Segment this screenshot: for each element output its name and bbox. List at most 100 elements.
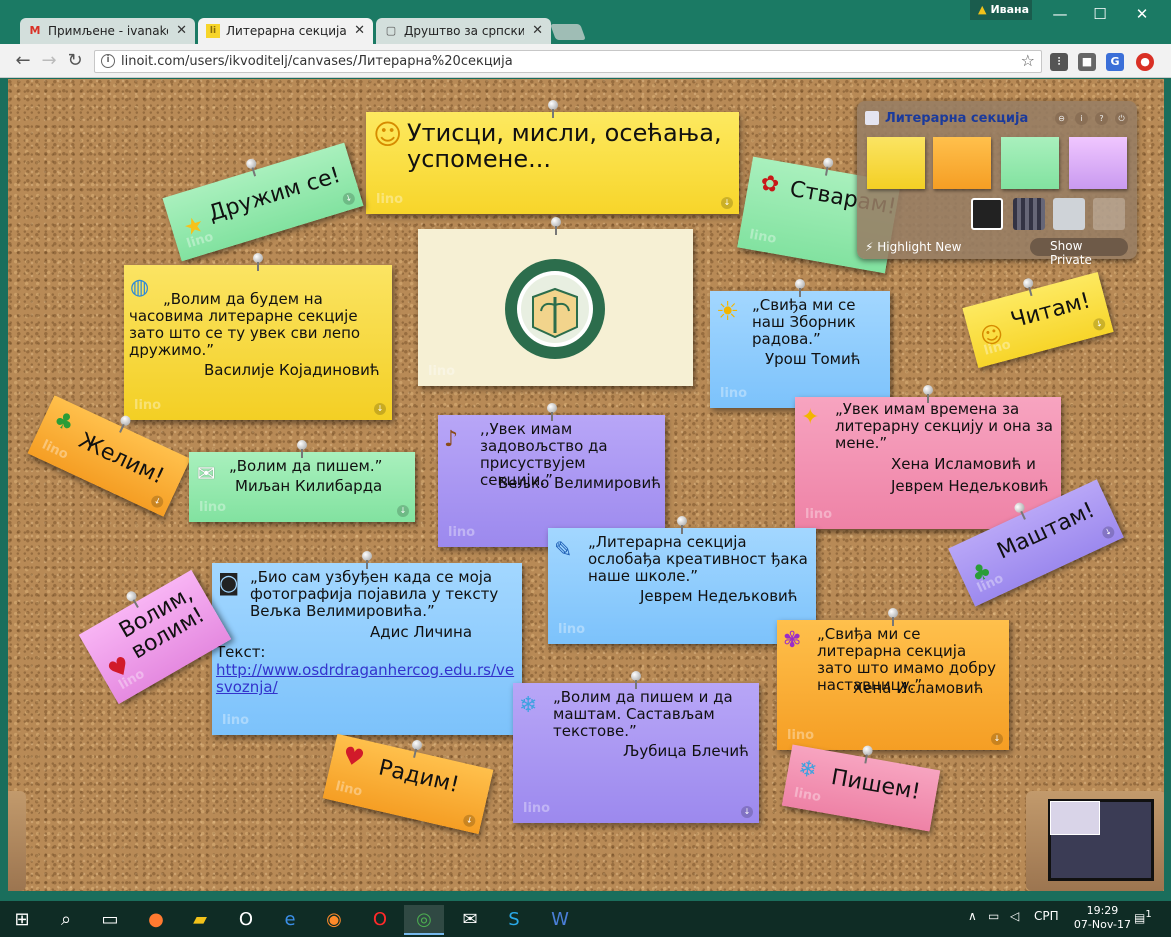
help-icon[interactable]: ? (1095, 112, 1108, 125)
edge-icon[interactable]: e (270, 905, 310, 935)
note-jevrem[interactable]: ✎ „Литерарна секција ослобађа креативнос… (548, 516, 816, 644)
note-arrow-icon[interactable]: ↓ (991, 733, 1003, 745)
sticky-purple-button[interactable] (1069, 137, 1127, 189)
note-urosh[interactable]: ☀ „Свиђа ми се наш Зборник радова.” Урош… (710, 279, 890, 408)
minimap-thumbnail (1050, 801, 1100, 835)
system-clock[interactable]: 19:29 07-Nov-17 (1074, 904, 1131, 932)
firefox-icon[interactable]: ◉ (314, 905, 354, 935)
translate-icon[interactable]: G (1106, 53, 1124, 71)
note-arrow-icon[interactable]: ↓ (1100, 524, 1117, 541)
sticky-green-button[interactable] (1001, 137, 1059, 189)
notifications-icon[interactable]: ▤1 (1134, 909, 1152, 925)
label-citam[interactable]: ☺ Читам! lino ↓ (962, 271, 1114, 369)
adblock-icon[interactable]: ● (1136, 53, 1154, 71)
highlight-new-button[interactable]: ⚡ Highlight New (865, 240, 961, 254)
info-icon[interactable]: i (1075, 112, 1088, 125)
school-logo-icon (505, 259, 605, 359)
language-indicator[interactable]: СРП (1034, 909, 1059, 923)
note-ljubica[interactable]: ❄ „Волим да пишем и да маштам. Састављам… (513, 671, 759, 823)
note-arrow-icon[interactable]: ↓ (374, 403, 386, 415)
word-icon[interactable]: W (540, 905, 580, 935)
note-arrow-icon[interactable]: ↓ (341, 191, 357, 207)
power-icon[interactable]: ⏻ (1115, 112, 1128, 125)
sticky-orange-button[interactable] (933, 137, 991, 189)
label-volim[interactable]: ♥ Волим, волим! lino (78, 569, 232, 705)
label-text: Радим! (376, 755, 462, 799)
gmail-icon: M (29, 24, 41, 37)
tab-linoit[interactable]: li Литерарна секција - lino ✕ (198, 18, 373, 46)
profile-button[interactable]: ▲ Ивана (970, 0, 1032, 20)
info-icon[interactable]: i (101, 54, 115, 68)
file-explorer-icon[interactable]: ▰ (180, 905, 220, 935)
pin-icon (819, 157, 836, 179)
note-arrow-icon[interactable]: ↓ (1091, 316, 1107, 332)
tab-close-icon[interactable]: ✕ (176, 23, 187, 38)
note-arrow-icon[interactable]: ↓ (149, 493, 166, 510)
notification-count: 1 (1145, 909, 1152, 920)
attachment-icon[interactable] (1053, 198, 1085, 230)
tab-close-icon[interactable]: ✕ (532, 23, 543, 38)
app-orange-icon[interactable]: ● (136, 905, 176, 935)
note-arrow-icon[interactable]: ↓ (397, 505, 409, 517)
label-pisem[interactable]: ❄ Пишем! lino (781, 744, 941, 832)
school-logo-note[interactable]: lino (418, 217, 693, 386)
close-window-button[interactable]: ✕ (1122, 2, 1162, 26)
search-icon[interactable]: ⌕ (46, 905, 86, 935)
address-bar[interactable]: i linoit.com/users/ikvoditelj/canvases/Л… (94, 50, 1042, 73)
url-text: linoit.com/users/ikvoditelj/canvases/Лит… (121, 54, 513, 69)
minimap[interactable] (1026, 791, 1164, 891)
note-arrow-icon[interactable]: ↓ (721, 197, 733, 209)
note-author: Јеврем Недељковић (640, 587, 798, 605)
minimize-button[interactable]: — (1040, 2, 1080, 26)
left-scroll-handle[interactable] (8, 791, 26, 891)
windows-taskbar: ⊞ ⌕ ▭ ● ▰ O e ◉ O ◎ ✉ S W ∧ ▭ ◁ СРП 19:2… (0, 901, 1171, 937)
network-icon[interactable]: ▭ (988, 909, 999, 923)
photo-icon[interactable] (971, 198, 1003, 230)
note-adis[interactable]: ◙ „Био сам узбуђен када се моја фотограф… (212, 551, 522, 735)
volume-icon[interactable]: ◁ (1010, 909, 1019, 923)
label-druzim[interactable]: ★ Дружим се! lino ↓ (162, 142, 364, 262)
extension-square-icon[interactable]: ■ (1078, 53, 1096, 71)
article-link[interactable]: http://www.osdrdraganhercog.edu.rs/vesvo… (216, 662, 520, 696)
opera-red-icon[interactable]: O (360, 905, 400, 935)
note-hena[interactable]: ✾ „Свиђа ми се литерарна секција зато шт… (777, 608, 1009, 750)
chrome-icon[interactable]: ◎ (404, 905, 444, 935)
mail-icon[interactable]: ✉ (450, 905, 490, 935)
pin-icon (113, 413, 134, 437)
task-view-icon[interactable]: ▭ (90, 905, 130, 935)
forward-arrow-icon[interactable]: → (38, 50, 60, 72)
opera-icon[interactable]: O (226, 905, 266, 935)
skype-icon[interactable]: S (494, 905, 534, 935)
extension-equalizer-icon[interactable]: ⫶ (1050, 53, 1068, 71)
tab-gmail[interactable]: M Примљене - ivanakovac ✕ (20, 18, 195, 45)
transparent-sticky-icon[interactable] (1093, 198, 1125, 230)
lino-watermark: lino (523, 801, 551, 816)
note-vasilije[interactable]: ◍ „Волим да будем на часовима литерарне … (124, 253, 392, 420)
note-arrow-icon[interactable]: ↓ (741, 806, 753, 818)
bookmark-star-icon[interactable]: ☆ (1021, 51, 1035, 70)
note-arrow-icon[interactable]: ↓ (462, 813, 477, 828)
note-miljan[interactable]: ✉ „Волим да пишем.” Миљан Килибарда lino… (189, 440, 415, 522)
tab-strip: M Примљене - ivanakovac ✕ li Литерарна с… (0, 0, 1171, 46)
zoom-out-icon[interactable]: ⊖ (1055, 112, 1068, 125)
video-icon[interactable] (1013, 198, 1045, 230)
lino-watermark: lino (787, 728, 815, 743)
show-private-button[interactable]: Show Private (1030, 238, 1128, 267)
clover-icon: ♣ (49, 406, 79, 438)
label-text: Желим! (74, 428, 168, 490)
lino-watermark: lino (199, 500, 227, 515)
title-note[interactable]: ☺ Утисци, мисли, осећања, успомене... li… (366, 100, 739, 214)
title-text: Утисци, мисли, осећања, успомене... (407, 119, 722, 173)
reload-icon[interactable]: ↻ (64, 50, 86, 72)
label-radim[interactable]: ♥ Радим! lino ↓ (322, 733, 494, 835)
new-tab-button[interactable] (550, 24, 586, 40)
sticky-yellow-button[interactable] (867, 137, 925, 189)
tab-close-icon[interactable]: ✕ (354, 23, 365, 38)
back-arrow-icon[interactable]: ← (12, 50, 34, 72)
tray-chevron-icon[interactable]: ∧ (968, 909, 977, 923)
tab-drustvo[interactable]: ▢ Друштво за српски језик ✕ (376, 18, 551, 45)
maximize-button[interactable]: ☐ (1080, 2, 1120, 26)
pen-icon: ✎ (554, 538, 573, 563)
cork-board[interactable]: ☺ Утисци, мисли, осећања, успомене... li… (8, 79, 1164, 891)
windows-start-icon[interactable]: ⊞ (2, 905, 42, 935)
